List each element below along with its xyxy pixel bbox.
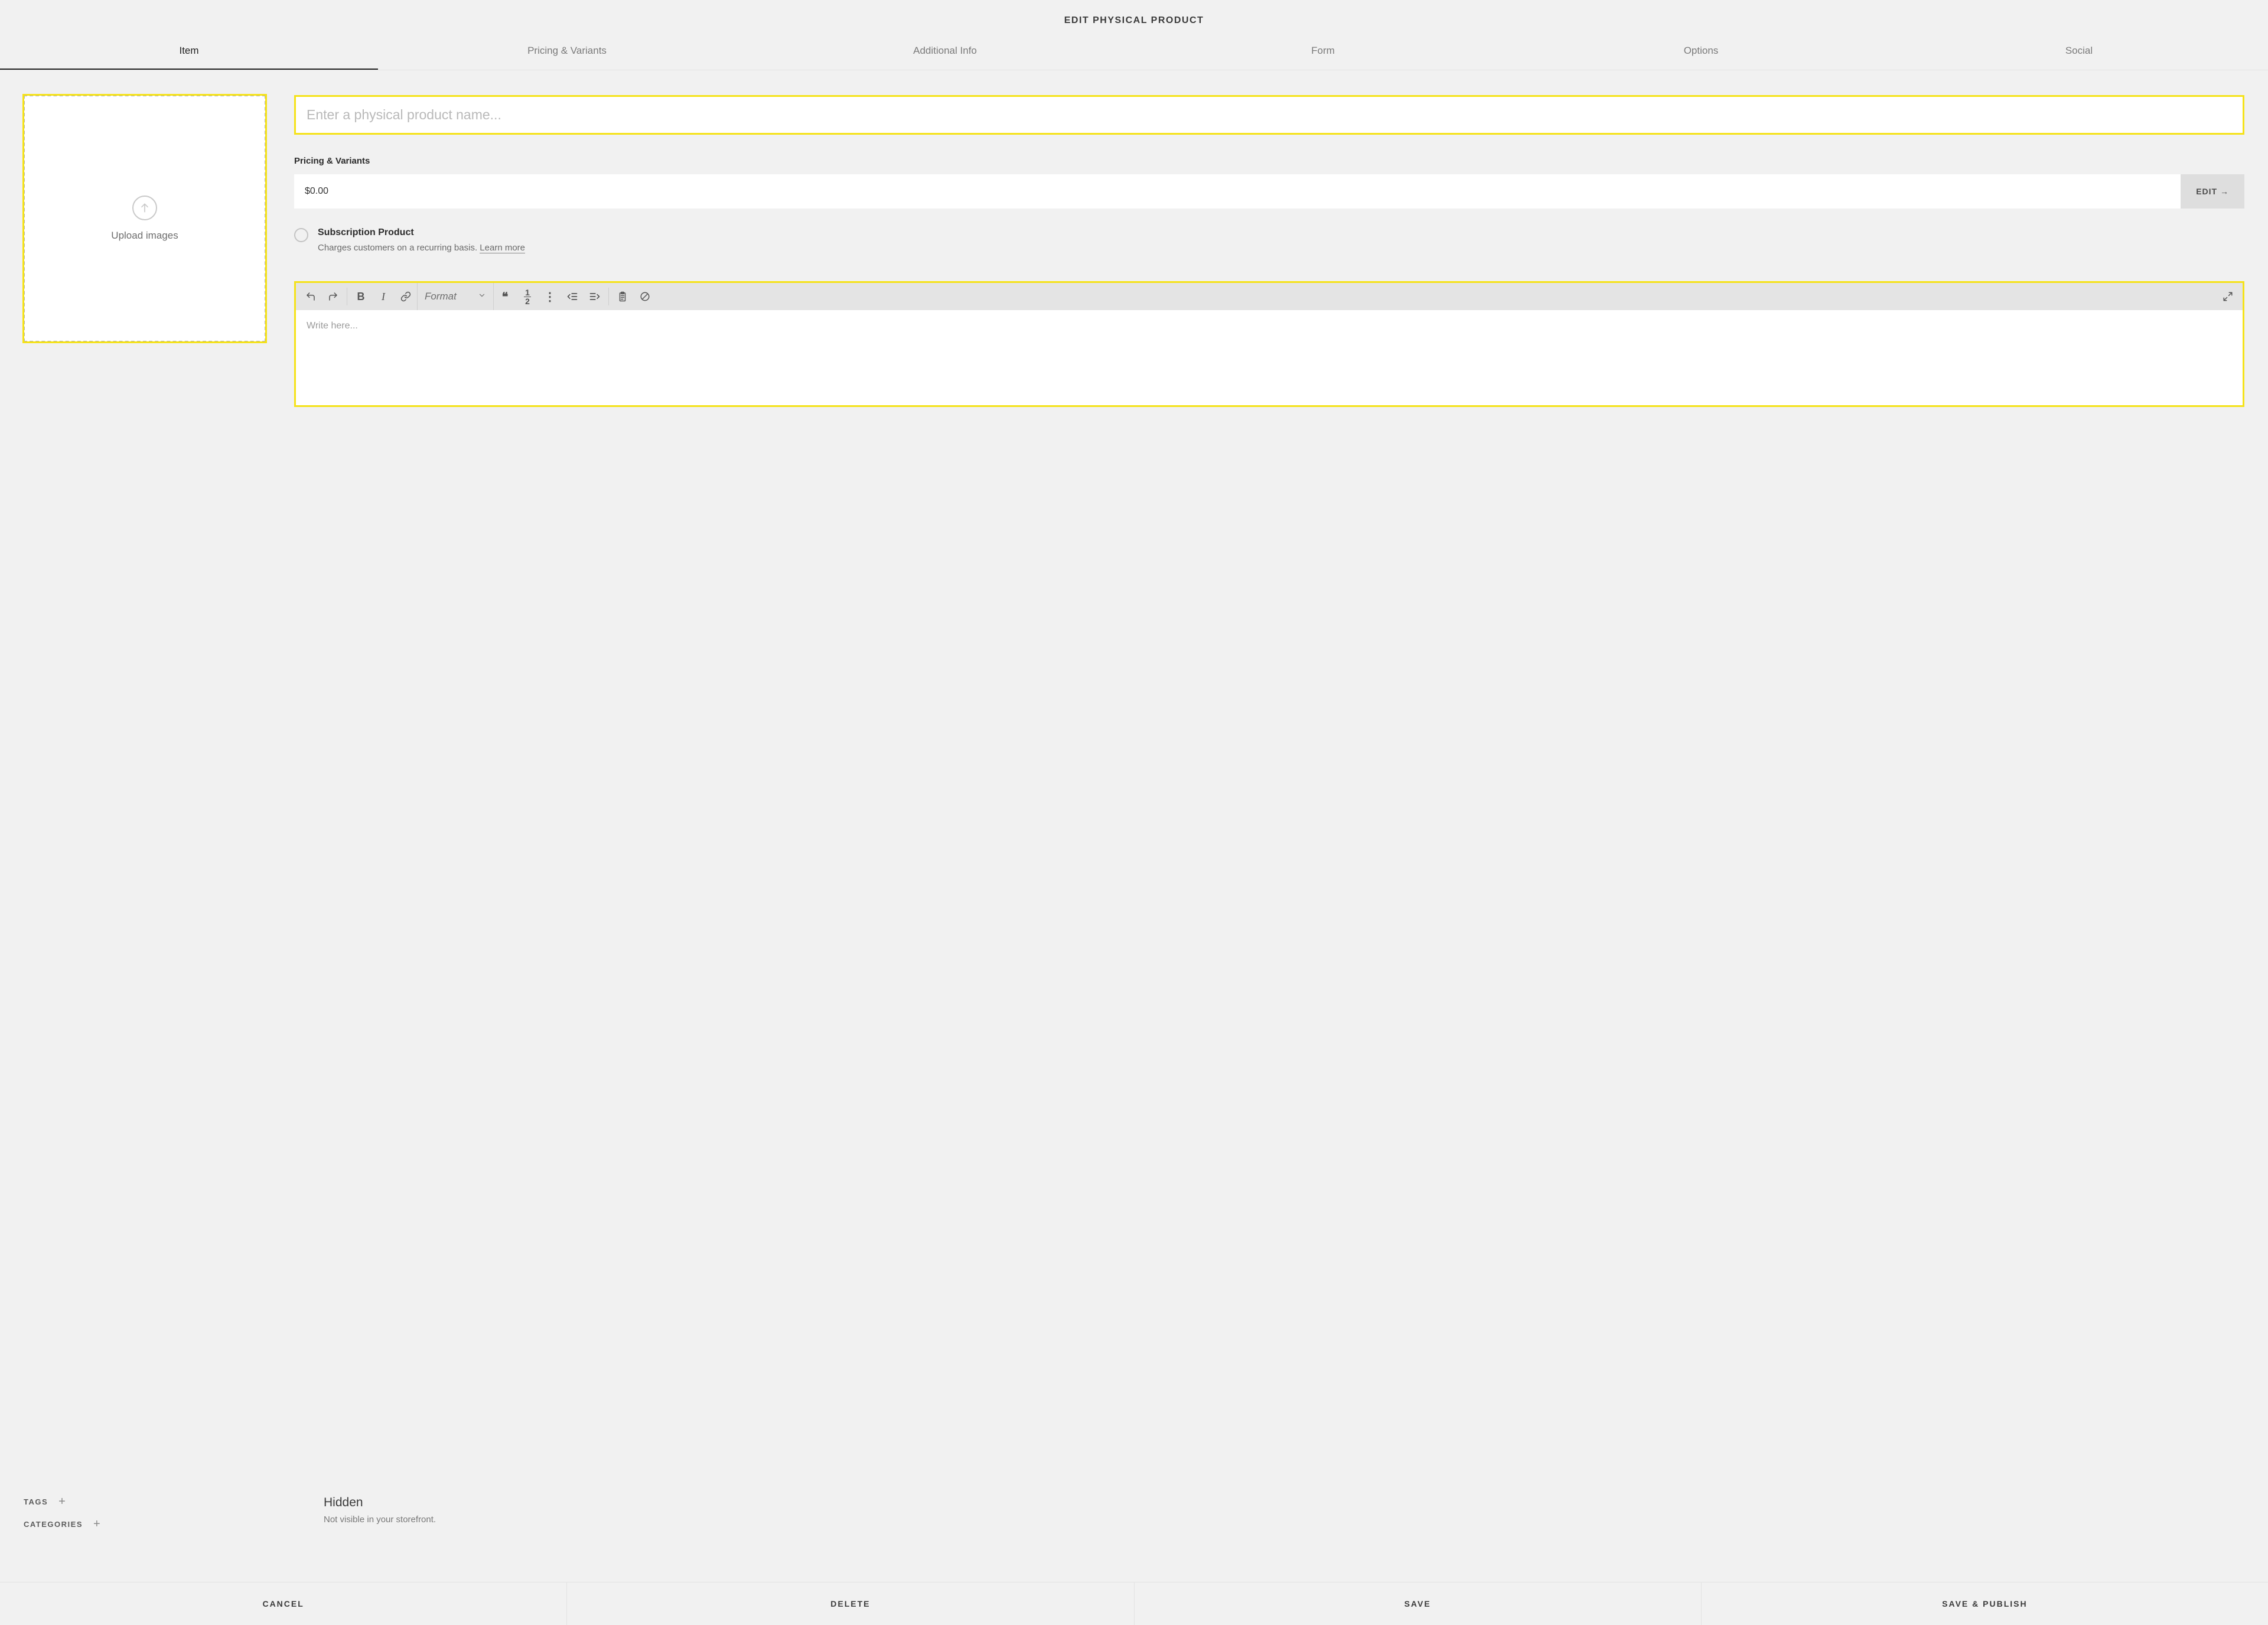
left-column: Upload images	[24, 95, 266, 1476]
delete-button[interactable]: DELETE	[567, 1582, 1134, 1625]
subscription-row: Subscription Product Charges customers o…	[294, 227, 2244, 253]
visibility-desc: Not visible in your storefront.	[324, 1515, 2244, 1525]
fraction-icon[interactable]: 12	[516, 283, 539, 310]
edit-product-modal: EDIT PHYSICAL PRODUCT Item Pricing & Var…	[0, 0, 2268, 1625]
meta-left: TAGS + CATEGORIES +	[24, 1496, 266, 1541]
learn-more-link[interactable]: Learn more	[480, 243, 525, 253]
editor-body	[296, 310, 2243, 405]
visibility-title[interactable]: Hidden	[324, 1496, 2244, 1510]
pricing-section-label: Pricing & Variants	[294, 156, 2244, 166]
expand-icon[interactable]	[2217, 283, 2239, 310]
tab-social[interactable]: Social	[1890, 37, 2268, 70]
tab-item[interactable]: Item	[0, 37, 378, 70]
quote-icon[interactable]: ❝	[494, 283, 516, 310]
tabs: Item Pricing & Variants Additional Info …	[0, 37, 2268, 70]
tab-additional-info[interactable]: Additional Info	[756, 37, 1134, 70]
save-publish-button[interactable]: SAVE & PUBLISH	[1702, 1582, 2268, 1625]
subscription-text: Subscription Product Charges customers o…	[318, 227, 525, 253]
editor-toolbar: B I Format ❝ 12 ⋮	[296, 283, 2243, 310]
subscription-checkbox[interactable]	[294, 228, 308, 242]
indent-icon[interactable]	[584, 283, 606, 310]
tab-pricing-variants[interactable]: Pricing & Variants	[378, 37, 756, 70]
add-tag-button[interactable]: +	[58, 1496, 66, 1507]
link-icon[interactable]	[395, 283, 417, 310]
toolbar-separator	[608, 288, 609, 305]
content: Upload images Pricing & Variants $0.00 E…	[0, 70, 2268, 1487]
save-button[interactable]: SAVE	[1135, 1582, 1702, 1625]
more-icon[interactable]: ⋮	[539, 283, 561, 310]
tags-label: TAGS	[24, 1497, 48, 1506]
modal-title: EDIT PHYSICAL PRODUCT	[0, 0, 2268, 37]
bold-icon[interactable]: B	[350, 283, 372, 310]
format-label: Format	[425, 291, 457, 302]
subscription-desc: Charges customers on a recurring basis. …	[318, 243, 525, 253]
tab-form[interactable]: Form	[1134, 37, 1512, 70]
upload-label: Upload images	[111, 230, 178, 242]
price-value[interactable]: $0.00	[294, 174, 2181, 209]
chevron-down-icon	[478, 291, 486, 302]
upload-images-dropzone[interactable]: Upload images	[24, 95, 266, 342]
redo-icon[interactable]	[322, 283, 344, 310]
description-textarea[interactable]	[307, 321, 2232, 392]
subscription-title: Subscription Product	[318, 227, 525, 238]
meta-row: TAGS + CATEGORIES + Hidden Not visible i…	[0, 1487, 2268, 1558]
add-category-button[interactable]: +	[93, 1518, 101, 1530]
product-name-field-wrap	[294, 95, 2244, 135]
format-dropdown[interactable]: Format	[417, 283, 494, 310]
clipboard-icon[interactable]	[611, 283, 634, 310]
tab-options[interactable]: Options	[1512, 37, 1890, 70]
outdent-icon[interactable]	[561, 283, 584, 310]
cancel-button[interactable]: CANCEL	[0, 1582, 567, 1625]
upload-icon	[132, 196, 157, 220]
footer: CANCEL DELETE SAVE SAVE & PUBLISH	[0, 1582, 2268, 1625]
tags-row: TAGS +	[24, 1496, 266, 1507]
italic-icon[interactable]: I	[372, 283, 395, 310]
meta-right: Hidden Not visible in your storefront.	[294, 1496, 2244, 1541]
undo-icon[interactable]	[299, 283, 322, 310]
pricing-row: $0.00 EDIT →	[294, 174, 2244, 209]
description-editor: B I Format ❝ 12 ⋮	[294, 281, 2244, 407]
product-name-input[interactable]	[307, 107, 2232, 123]
categories-row: CATEGORIES +	[24, 1518, 266, 1530]
right-column: Pricing & Variants $0.00 EDIT → Subscrip…	[294, 95, 2244, 1476]
categories-label: CATEGORIES	[24, 1520, 83, 1529]
edit-pricing-button[interactable]: EDIT →	[2181, 174, 2244, 209]
clear-format-icon[interactable]	[634, 283, 656, 310]
subscription-desc-text: Charges customers on a recurring basis.	[318, 243, 480, 253]
